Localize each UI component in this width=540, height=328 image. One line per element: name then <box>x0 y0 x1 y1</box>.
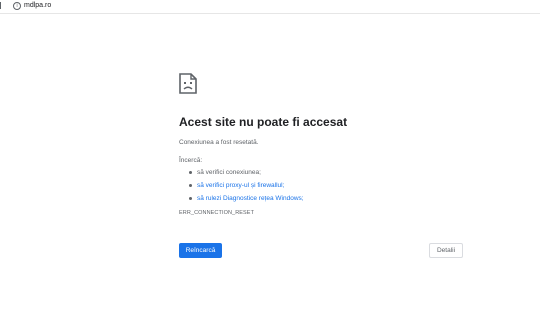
suggestion-check-proxy-link[interactable]: să verifici proxy-ul și firewallul; <box>189 181 304 194</box>
address-bar[interactable]: i mdlpa.ro <box>0 0 540 14</box>
try-label: Încercă: <box>179 157 203 164</box>
suggestions-list: să verifici conexiunea; să verifici prox… <box>189 168 304 207</box>
error-code: ERR_CONNECTION_RESET <box>179 210 255 216</box>
info-circle-icon[interactable]: i <box>13 2 21 10</box>
suggestion-check-connection: să verifici conexiunea; <box>189 168 304 181</box>
details-button[interactable]: Detalii <box>429 243 463 258</box>
suggestion-run-diagnostics-link[interactable]: să rulezi Diagnostice rețea Windows; <box>189 194 304 207</box>
error-subtitle: Conexiunea a fost resetată. <box>179 139 259 146</box>
reload-button[interactable]: Reîncarcă <box>179 243 222 258</box>
page-title: Acest site nu poate fi accesat <box>179 115 348 129</box>
sad-document-icon <box>179 73 197 94</box>
back-arrow-icon[interactable] <box>0 2 4 9</box>
url-text[interactable]: mdlpa.ro <box>24 1 51 10</box>
